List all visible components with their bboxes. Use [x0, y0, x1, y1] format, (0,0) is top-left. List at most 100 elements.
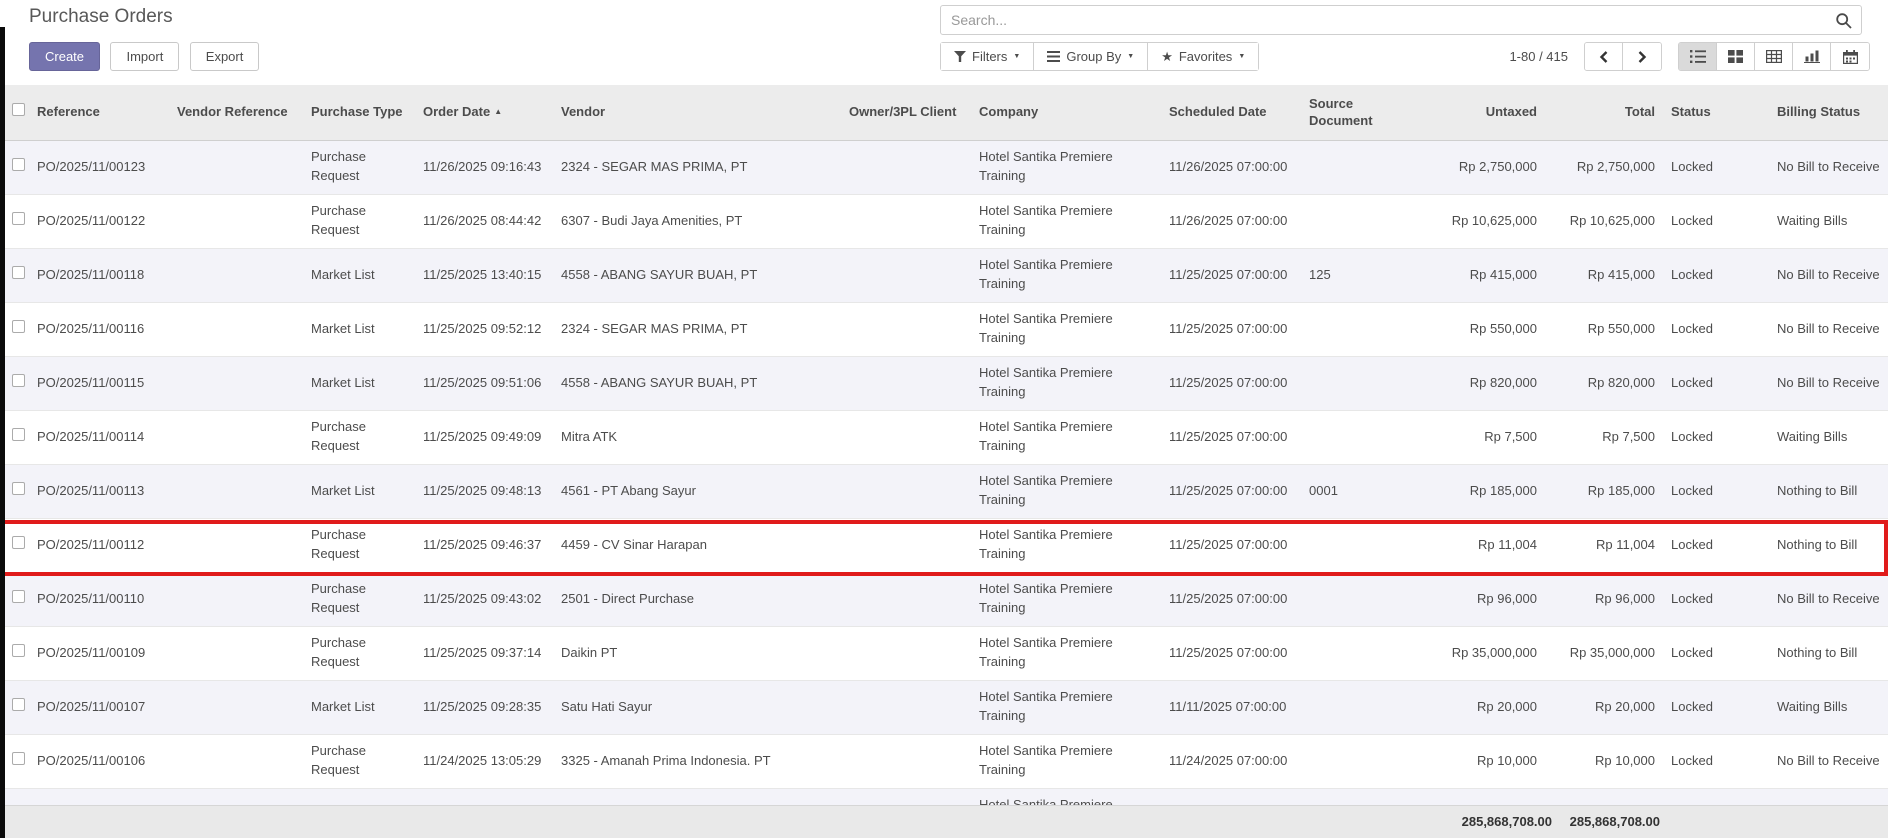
search-icon[interactable]: [1835, 12, 1853, 30]
cell-owner: [841, 302, 971, 356]
purchase-orders-table: ReferenceVendor ReferencePurchase TypeOr…: [5, 85, 1888, 838]
column-header-untaxed[interactable]: Untaxed: [1419, 85, 1545, 140]
cell-untaxed: Rp 820,000: [1419, 356, 1545, 410]
cell-scheduled-date: 11/26/2025 07:00:00: [1161, 194, 1301, 248]
favorites-button[interactable]: ★ Favorites ▼: [1148, 43, 1258, 70]
cell-untaxed: Rp 96,000: [1419, 572, 1545, 626]
pager-previous-button[interactable]: [1585, 43, 1623, 70]
cell-vendor: 2324 - SEGAR MAS PRIMA, PT: [553, 140, 841, 194]
cell-company: Hotel Santika Premiere Training: [971, 626, 1161, 680]
table-row[interactable]: PO/2025/11/00114Purchase Request11/25/20…: [5, 410, 1888, 464]
row-checkbox[interactable]: [12, 428, 25, 441]
cell-scheduled-date: 11/25/2025 07:00:00: [1161, 410, 1301, 464]
column-header-source-document[interactable]: Source Document: [1301, 85, 1419, 140]
cell-purchase-type: Purchase Request: [303, 572, 415, 626]
row-checkbox[interactable]: [12, 698, 25, 711]
cell-company: Hotel Santika Premiere Training: [971, 518, 1161, 572]
search-input[interactable]: [941, 6, 1821, 34]
cell-vendor: 4558 - ABANG SAYUR BUAH, PT: [553, 248, 841, 302]
create-button[interactable]: Create: [29, 42, 100, 71]
column-header-status[interactable]: Status: [1663, 85, 1769, 140]
column-header-order-date[interactable]: Order Date▲: [415, 85, 553, 140]
cell-purchase-type: Market List: [303, 464, 415, 518]
cell-order-date: 11/25/2025 13:40:15: [415, 248, 553, 302]
cell-vendor: Daikin PT: [553, 626, 841, 680]
star-icon: ★: [1161, 50, 1173, 63]
pager-range[interactable]: 1-80 / 415: [1509, 49, 1568, 64]
table-row[interactable]: PO/2025/11/00112Purchase Request11/25/20…: [5, 518, 1888, 572]
pivot-view-button[interactable]: [1755, 43, 1793, 70]
table-row[interactable]: PO/2025/11/00118Market List11/25/2025 13…: [5, 248, 1888, 302]
cell-purchase-type: Market List: [303, 302, 415, 356]
table-row[interactable]: PO/2025/11/00106Purchase Request11/24/20…: [5, 734, 1888, 788]
row-checkbox[interactable]: [12, 320, 25, 333]
column-header-billing-status[interactable]: Billing Status: [1769, 85, 1888, 140]
cell-billing-status: Nothing to Bill: [1769, 626, 1888, 680]
cell-status: Locked: [1663, 248, 1769, 302]
cell-total: Rp 415,000: [1545, 248, 1663, 302]
list-view-button[interactable]: [1679, 43, 1717, 70]
column-header-reference[interactable]: Reference: [29, 85, 169, 140]
filters-button[interactable]: Filters ▼: [941, 43, 1034, 70]
row-checkbox[interactable]: [12, 158, 25, 171]
select-all-checkbox[interactable]: [12, 103, 25, 116]
column-header-company[interactable]: Company: [971, 85, 1161, 140]
column-header-owner[interactable]: Owner/3PL Client: [841, 85, 971, 140]
pager-next-button[interactable]: [1623, 43, 1661, 70]
cell-company: Hotel Santika Premiere Training: [971, 194, 1161, 248]
cell-scheduled-date: 11/26/2025 07:00:00: [1161, 140, 1301, 194]
import-button[interactable]: Import: [110, 42, 179, 71]
table-row[interactable]: PO/2025/11/00116Market List11/25/2025 09…: [5, 302, 1888, 356]
row-checkbox[interactable]: [12, 752, 25, 765]
cell-purchase-type: Purchase Request: [303, 410, 415, 464]
column-header-vendor-reference[interactable]: Vendor Reference: [169, 85, 303, 140]
cell-total: Rp 7,500: [1545, 410, 1663, 464]
cell-reference: PO/2025/11/00115: [29, 356, 169, 410]
cell-vendor-reference: [169, 140, 303, 194]
row-checkbox-cell: [5, 140, 29, 194]
cell-owner: [841, 248, 971, 302]
cell-order-date: 11/25/2025 09:28:35: [415, 680, 553, 734]
row-checkbox[interactable]: [12, 644, 25, 657]
export-button[interactable]: Export: [190, 42, 260, 71]
cell-reference: PO/2025/11/00110: [29, 572, 169, 626]
table-row[interactable]: PO/2025/11/00110Purchase Request11/25/20…: [5, 572, 1888, 626]
control-panel: Purchase Orders Create Import Export Fil…: [0, 0, 1888, 85]
page-title: Purchase Orders: [29, 6, 173, 28]
cell-source-document: 125: [1301, 248, 1419, 302]
cell-untaxed: Rp 11,004: [1419, 518, 1545, 572]
cell-vendor: 4459 - CV Sinar Harapan: [553, 518, 841, 572]
action-buttons: Create Import Export: [29, 42, 265, 71]
column-header-purchase-type[interactable]: Purchase Type: [303, 85, 415, 140]
row-checkbox[interactable]: [12, 374, 25, 387]
group-by-button[interactable]: Group By ▼: [1034, 43, 1148, 70]
table-row[interactable]: PO/2025/11/00109Purchase Request11/25/20…: [5, 626, 1888, 680]
cell-total: Rp 10,000: [1545, 734, 1663, 788]
cell-company: Hotel Santika Premiere Training: [971, 302, 1161, 356]
table-row[interactable]: PO/2025/11/00122Purchase Request11/26/20…: [5, 194, 1888, 248]
graph-view-button[interactable]: [1793, 43, 1831, 70]
cell-order-date: 11/26/2025 09:16:43: [415, 140, 553, 194]
row-checkbox[interactable]: [12, 482, 25, 495]
cell-total: Rp 20,000: [1545, 680, 1663, 734]
cell-company: Hotel Santika Premiere Training: [971, 464, 1161, 518]
cell-billing-status: Waiting Bills: [1769, 194, 1888, 248]
table-row[interactable]: PO/2025/11/00115Market List11/25/2025 09…: [5, 356, 1888, 410]
cell-owner: [841, 410, 971, 464]
cell-vendor: 4561 - PT Abang Sayur: [553, 464, 841, 518]
calendar-view-button[interactable]: [1831, 43, 1869, 70]
row-checkbox[interactable]: [12, 536, 25, 549]
cell-untaxed: Rp 185,000: [1419, 464, 1545, 518]
table-row[interactable]: PO/2025/11/00113Market List11/25/2025 09…: [5, 464, 1888, 518]
column-header-total[interactable]: Total: [1545, 85, 1663, 140]
row-checkbox[interactable]: [12, 212, 25, 225]
column-header-scheduled-date[interactable]: Scheduled Date: [1161, 85, 1301, 140]
row-checkbox[interactable]: [12, 590, 25, 603]
cell-billing-status: Nothing to Bill: [1769, 464, 1888, 518]
table-row[interactable]: PO/2025/11/00123Purchase Request11/26/20…: [5, 140, 1888, 194]
row-checkbox[interactable]: [12, 266, 25, 279]
table-row[interactable]: PO/2025/11/00107Market List11/25/2025 09…: [5, 680, 1888, 734]
kanban-view-button[interactable]: [1717, 43, 1755, 70]
column-header-vendor[interactable]: Vendor: [553, 85, 841, 140]
cell-billing-status: Nothing to Bill: [1769, 518, 1888, 572]
